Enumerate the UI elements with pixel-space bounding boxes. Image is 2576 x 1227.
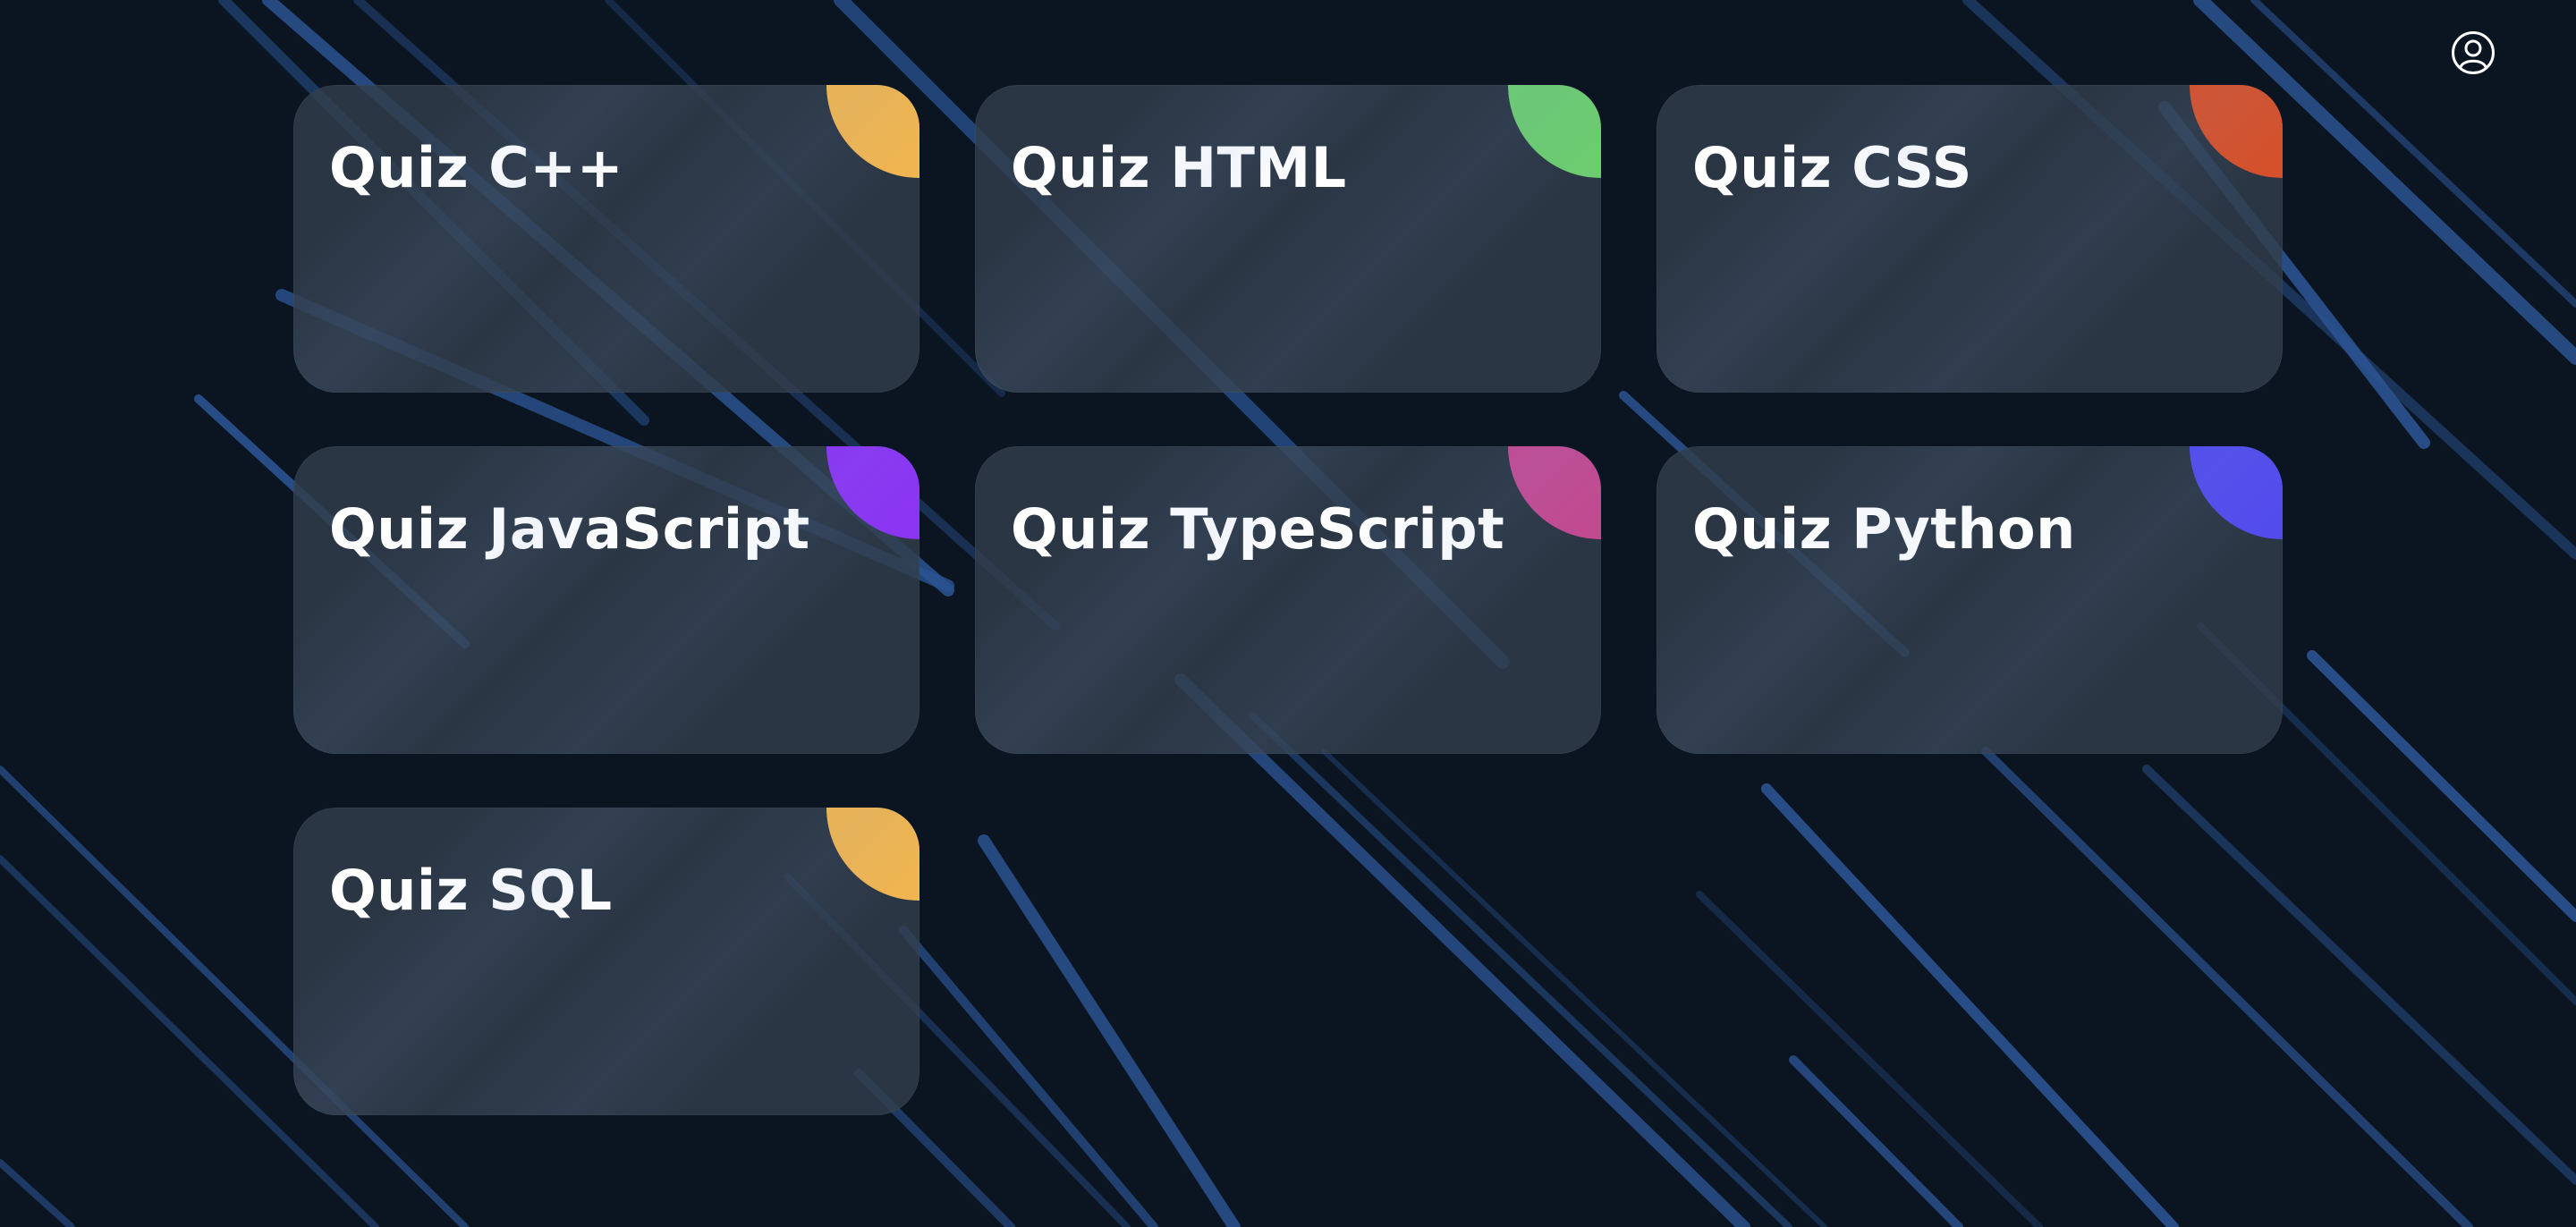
quiz-card-html[interactable]: Quiz HTML [975,85,1601,393]
quiz-card-css[interactable]: Quiz CSS [1657,85,2283,393]
profile-button[interactable] [2451,30,2496,75]
quiz-card-python[interactable]: Quiz Python [1657,446,2283,754]
quiz-card-typescript[interactable]: Quiz TypeScript [975,446,1601,754]
quiz-card-sql[interactable]: Quiz SQL [293,808,919,1115]
card-accent [826,808,919,901]
quiz-card-javascript[interactable]: Quiz JavaScript [293,446,919,754]
card-accent [826,85,919,178]
card-accent [1508,446,1601,539]
card-accent [826,446,919,539]
quiz-title: Quiz SQL [329,858,613,923]
card-accent [2190,85,2283,178]
quiz-selection-page: Quiz C++ Quiz HTML Quiz CSS Quiz JavaScr… [0,0,2576,1227]
card-accent [2190,446,2283,539]
quiz-title: Quiz Python [1692,496,2076,562]
quiz-title: Quiz HTML [1011,135,1347,200]
quiz-title: Quiz CSS [1692,135,1972,200]
quiz-card-cpp[interactable]: Quiz C++ [293,85,919,393]
quiz-title: Quiz TypeScript [1011,496,1505,562]
quiz-title: Quiz C++ [329,135,624,200]
quiz-grid: Quiz C++ Quiz HTML Quiz CSS Quiz JavaScr… [293,85,2283,1115]
quiz-title: Quiz JavaScript [329,496,810,562]
card-accent [1508,85,1601,178]
user-circle-icon [2452,31,2495,74]
